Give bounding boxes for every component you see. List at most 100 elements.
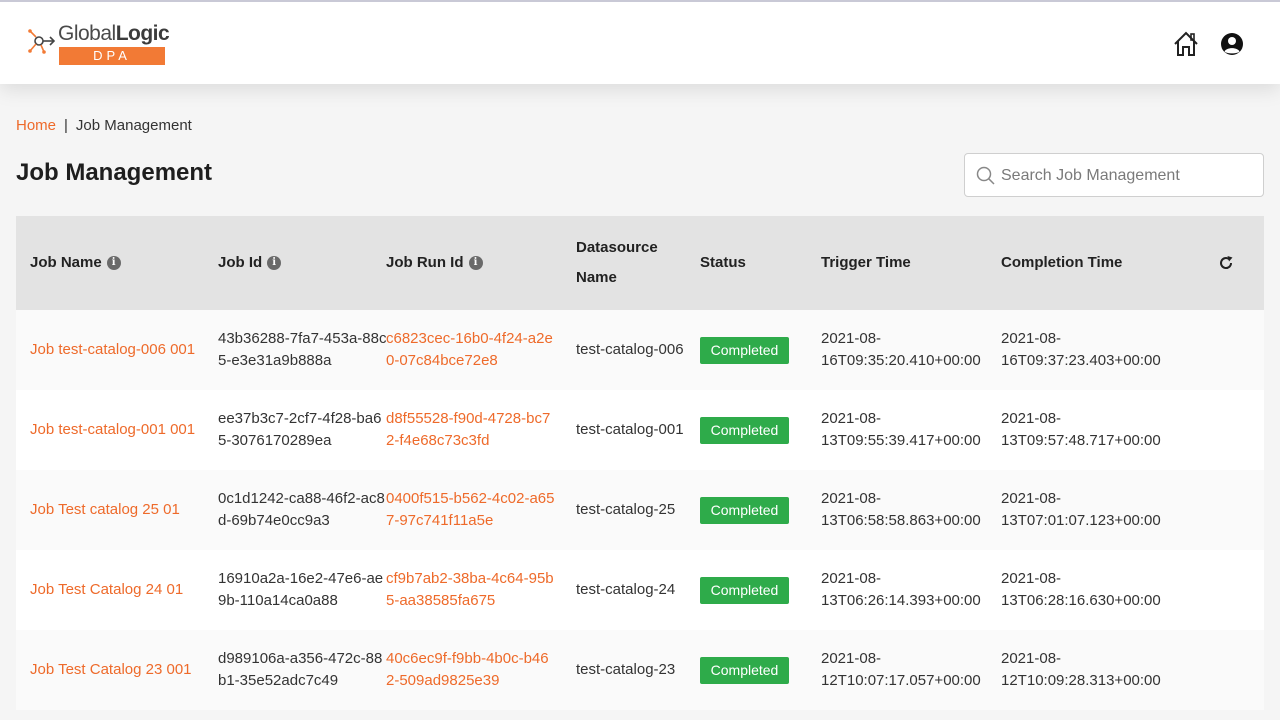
status-badge: Completed [700,656,789,684]
job-run-id-link[interactable]: cf9b7ab2-38ba-4c64-95b5-aa38585fa675 [386,550,556,630]
column-header-label: Datasource [576,239,658,256]
datasource-cell: test-catalog-25 [576,470,675,550]
job-run-id-link[interactable]: d8f55528-f90d-4728-bc72-f4e68c73c3fd [386,390,556,470]
column-header-label: Completion Time [1001,254,1123,271]
search-input[interactable] [999,162,1254,190]
table-row: Job Test Catalog 24 01 16910a2a-16e2-47e… [16,550,1264,630]
completion-time-cell: 2021-08- 12T10:09:28.313+00:00 [1001,630,1161,710]
table-row: Job Test Catalog 23 001 d989106a-a356-47… [16,630,1264,710]
trigger-time-cell: 2021-08- 16T09:35:20.410+00:00 [821,310,981,390]
status-cell: Completed [700,310,789,390]
job-id-cell: 43b36288-7fa7-453a-88c5-e3e31a9b888a [218,310,388,390]
datasource-cell: test-catalog-24 [576,550,675,630]
job-run-id-text[interactable]: 0400f515-b562-4c02-a657-97c741f11a5e [386,488,556,532]
job-name-text[interactable]: Job Test catalog 25 01 [30,499,180,521]
trigger-time-date: 2021-08- [821,330,882,347]
job-name-text[interactable]: Job test-catalog-001 001 [30,419,195,441]
column-header-job-id[interactable]: Job Id i [218,216,282,310]
datasource-cell: test-catalog-006 [576,310,684,390]
column-header-trigger-time[interactable]: Trigger Time [821,216,911,310]
logo-text-bold: Logic [115,22,170,45]
trigger-time-date: 2021-08- [821,650,882,667]
column-header-label: Job Name [30,254,102,271]
job-id-cell: 0c1d1242-ca88-46f2-ac8d-69b74e0cc9a3 [218,470,388,550]
logo-text-regular: Global [58,22,116,45]
account-circle-icon[interactable] [1218,30,1246,58]
info-icon[interactable]: i [106,256,121,270]
job-id-text: 43b36288-7fa7-453a-88c5-e3e31a9b888a [218,330,387,369]
job-run-id-text[interactable]: cf9b7ab2-38ba-4c64-95b5-aa38585fa675 [386,568,556,612]
job-id-text: 16910a2a-16e2-47e6-ae9b-110a14ca0a88 [218,570,384,609]
info-icon[interactable]: i [267,256,282,270]
job-name-link[interactable]: Job Test catalog 25 01 [30,470,180,550]
logo-text: GlobalLogic [58,22,170,46]
status-badge: Completed [700,576,789,604]
job-name-text[interactable]: Job test-catalog-006 001 [30,339,195,361]
completion-time-cell: 2021-08- 13T06:28:16.630+00:00 [1001,550,1161,630]
datasource-text: test-catalog-006 [576,341,684,358]
job-name-link[interactable]: Job test-catalog-001 001 [30,390,195,470]
column-header-label: Status [700,254,746,271]
status-cell: Completed [700,470,789,550]
completion-time-rest: 16T09:37:23.403+00:00 [1001,352,1161,369]
completion-time-rest: 13T07:01:07.123+00:00 [1001,512,1161,529]
logo-product-label: DPA [59,47,165,65]
completion-time-date: 2021-08- [1001,650,1062,667]
table-row: Job test-catalog-006 001 43b36288-7fa7-4… [16,310,1264,390]
page-title: Job Management [16,159,213,186]
job-id-cell: ee37b3c7-2cf7-4f28-ba65-3076170289ea [218,390,388,470]
datasource-cell: test-catalog-23 [576,630,675,710]
job-run-id-text[interactable]: c6823cec-16b0-4f24-a2e0-07c84bce72e8 [386,328,556,372]
home-icon[interactable] [1172,30,1200,58]
table-row: Job test-catalog-001 001 ee37b3c7-2cf7-4… [16,390,1264,470]
trigger-time-cell: 2021-08- 12T10:07:17.057+00:00 [821,630,981,710]
job-run-id-link[interactable]: 40c6ec9f-f9bb-4b0c-b462-509ad9825e39 [386,630,556,710]
completion-time-date: 2021-08- [1001,490,1062,507]
search-box[interactable] [964,153,1264,197]
job-run-id-link[interactable]: c6823cec-16b0-4f24-a2e0-07c84bce72e8 [386,310,556,390]
datasource-text: test-catalog-001 [576,421,684,438]
completion-time-cell: 2021-08- 13T09:57:48.717+00:00 [1001,390,1161,470]
job-id-cell: 16910a2a-16e2-47e6-ae9b-110a14ca0a88 [218,550,388,630]
column-header-datasource-name[interactable]: Datasource Name [576,216,658,310]
job-table: Job Name i Job Id i Job Run Id i Datasource… [16,216,1264,710]
column-header-job-name[interactable]: Job Name i [30,216,121,310]
trigger-time-rest: 13T06:58:58.863+00:00 [821,512,981,529]
trigger-time-rest: 12T10:07:17.057+00:00 [821,672,981,689]
job-name-link[interactable]: Job Test Catalog 24 01 [30,550,183,630]
column-header-label: Job Run Id [386,254,464,271]
job-name-text[interactable]: Job Test Catalog 23 001 [30,659,192,681]
completion-time-date: 2021-08- [1001,330,1062,347]
datasource-text: test-catalog-24 [576,581,676,598]
trigger-time-rest: 13T06:26:14.393+00:00 [821,592,981,609]
trigger-time-date: 2021-08- [821,570,882,587]
column-header-job-run-id[interactable]: Job Run Id i [386,216,483,310]
job-name-text[interactable]: Job Test Catalog 24 01 [30,579,183,601]
column-header-completion-time[interactable]: Completion Time [1001,216,1122,310]
job-run-id-text[interactable]: d8f55528-f90d-4728-bc72-f4e68c73c3fd [386,408,556,452]
job-run-id-text[interactable]: 40c6ec9f-f9bb-4b0c-b462-509ad9825e39 [386,648,556,692]
datasource-cell: test-catalog-001 [576,390,684,470]
column-header-label: Name [576,269,617,286]
top-bar: GlobalLogic DPA [0,0,1280,84]
job-id-text: 0c1d1242-ca88-46f2-ac8d-69b74e0cc9a3 [218,490,385,529]
status-badge: Completed [700,416,789,444]
job-name-link[interactable]: Job test-catalog-006 001 [30,310,195,390]
column-header-status[interactable]: Status [700,216,746,310]
completion-time-cell: 2021-08- 16T09:37:23.403+00:00 [1001,310,1161,390]
datasource-text: test-catalog-23 [576,661,676,678]
table-row: Job Test catalog 25 01 0c1d1242-ca88-46f… [16,470,1264,550]
trigger-time-date: 2021-08- [821,490,882,507]
globallogic-dpa-logo[interactable]: GlobalLogic DPA [28,22,170,68]
status-cell: Completed [700,630,789,710]
completion-time-rest: 12T10:09:28.313+00:00 [1001,672,1161,689]
breadcrumb: Home | Job Management [16,117,192,134]
job-name-link[interactable]: Job Test Catalog 23 001 [30,630,192,710]
completion-time-date: 2021-08- [1001,570,1062,587]
refresh-icon[interactable] [1218,216,1234,310]
info-icon[interactable]: i [468,256,483,270]
breadcrumb-home-link[interactable]: Home [16,117,56,134]
trigger-time-date: 2021-08- [821,410,882,427]
job-run-id-link[interactable]: 0400f515-b562-4c02-a657-97c741f11a5e [386,470,556,550]
trigger-time-cell: 2021-08- 13T06:58:58.863+00:00 [821,470,981,550]
